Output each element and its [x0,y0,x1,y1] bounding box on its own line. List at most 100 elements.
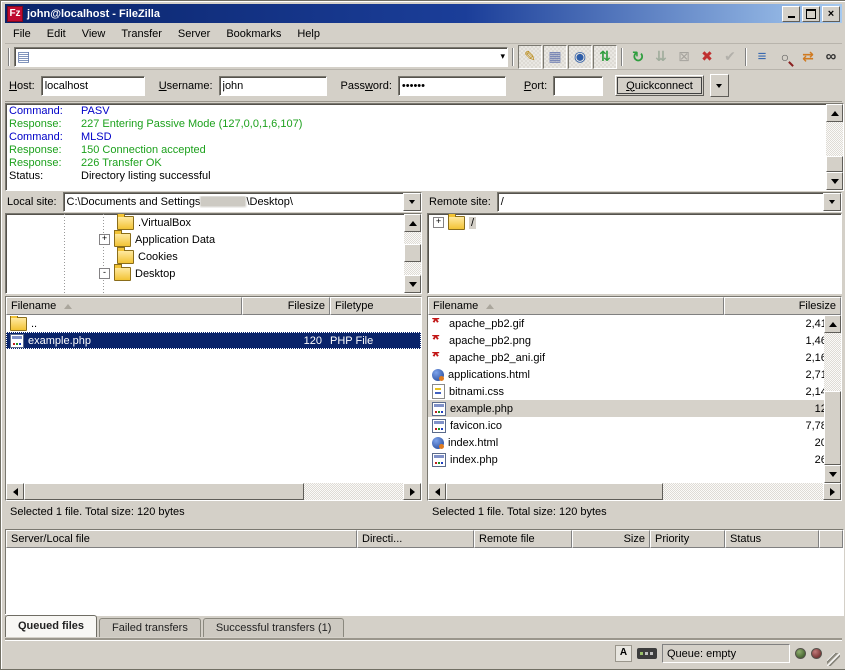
file-row[interactable]: favicon.ico 7,782 [428,417,824,434]
scroll-up-button[interactable] [404,214,421,232]
scroll-down-button[interactable] [824,465,841,483]
file-row-example-php[interactable]: example.php 120 PHP File 1 [6,332,421,349]
resize-grip[interactable] [827,653,840,666]
scroll-thumb[interactable] [826,156,843,172]
scroll-down-button[interactable] [826,172,843,190]
menu-help[interactable]: Help [289,26,328,42]
file-row[interactable]: index.php 267 [428,451,824,468]
refresh-button[interactable]: ↻ [627,46,649,68]
scroll-left-button[interactable] [428,483,446,500]
find-files-button[interactable]: ○ [774,46,796,68]
tree-expander-icon[interactable]: - [99,268,110,279]
toggle-transfer-queue-button[interactable]: ⇅ [593,45,617,69]
tree-item-desktop[interactable]: -Desktop [6,265,421,282]
toolbar-separator [745,48,747,66]
remote-hscrollbar[interactable] [428,483,841,500]
tree-expander-icon[interactable]: + [99,234,110,245]
scroll-thumb[interactable] [824,391,841,465]
tab-failed-transfers[interactable]: Failed transfers [99,618,201,637]
tree-expander-icon[interactable]: + [433,217,444,228]
menu-server[interactable]: Server [170,26,218,42]
file-row[interactable]: applications.html 2,713 [428,366,824,383]
scroll-up-button[interactable] [826,104,843,122]
remote-path: / [498,196,823,208]
file-row[interactable]: bitnami.css 2,142 [428,383,824,400]
quickconnect-dropdown[interactable] [710,74,729,97]
file-row[interactable]: apache_pb2_ani.gif 2,160 [428,349,824,366]
scroll-right-button[interactable] [823,483,841,500]
local-site-dropdown[interactable] [403,193,421,211]
folder-icon [114,233,131,247]
menu-file[interactable]: File [5,26,39,42]
local-column-filename[interactable]: Filename [6,297,242,315]
local-site-combobox[interactable]: C:\Documents and Settings\Desktop\ [63,192,422,212]
local-column-filetype[interactable]: Filetype [330,297,422,315]
remote-site-label: Remote site: [427,196,493,208]
tab-successful-transfers[interactable]: Successful transfers (1) [203,618,345,637]
scroll-thumb[interactable] [24,483,304,500]
toggle-message-log-button[interactable]: ✎ [518,45,542,69]
queue-column-remote-file[interactable]: Remote file [474,530,572,548]
log-label: Status: [9,170,81,183]
menu-bookmarks[interactable]: Bookmarks [218,26,289,42]
queue-column-status[interactable]: Status [725,530,819,548]
directory-comparison-button[interactable]: ≡ [751,46,773,68]
filter-button[interactable]: ∞ [820,46,842,68]
dropdown-arrow-icon [829,200,835,207]
local-column-filesize[interactable]: Filesize [242,297,330,315]
scroll-up-button[interactable] [824,315,841,333]
menu-transfer[interactable]: Transfer [113,26,170,42]
close-button[interactable]: × [822,6,840,22]
log-text: PASV [81,105,110,118]
toggle-remote-tree-button[interactable]: ◉ [568,45,592,69]
toggle-local-tree-button[interactable]: ▦ [543,45,567,69]
remote-site-dropdown[interactable] [823,193,841,211]
redacted-username [201,197,245,206]
minimize-button[interactable] [782,6,800,22]
file-row-parent-dir[interactable]: .. [6,315,421,332]
scroll-right-button[interactable] [403,483,421,500]
password-input[interactable] [398,76,506,96]
port-input[interactable] [553,76,603,96]
disconnect-button[interactable]: ✖ [696,46,718,68]
remote-column-filename[interactable]: Filename [428,297,724,315]
tree-item-application-data[interactable]: +Application Data [6,231,421,248]
scroll-down-button[interactable] [404,275,421,293]
remote-site-combobox[interactable]: / [497,192,842,212]
tree-item-virtualbox[interactable]: .VirtualBox [6,214,421,231]
remote-column-filesize[interactable]: Filesize [724,297,841,315]
menu-view[interactable]: View [74,26,114,42]
process-queue-button[interactable]: ⇊ [650,46,672,68]
log-scrollbar[interactable] [826,104,843,190]
menu-edit[interactable]: Edit [39,26,74,42]
tab-queued-files[interactable]: Queued files [5,615,97,637]
host-input[interactable] [41,76,145,96]
cancel-operation-button[interactable]: ⊠ [673,46,695,68]
site-manager-dropdown-icon[interactable]: ▾ [500,51,505,62]
queue-column-direction[interactable]: Directi... [357,530,474,548]
username-input[interactable] [219,76,327,96]
synchronized-browsing-button[interactable]: ⇄ [797,46,819,68]
refresh-icon: ↻ [632,48,645,66]
ico-file-icon [432,419,446,433]
maximize-button[interactable] [802,6,820,22]
app-icon: Fz [7,6,23,22]
file-row[interactable]: apache_pb2.png 1,463 [428,332,824,349]
scroll-left-button[interactable] [6,483,24,500]
file-row[interactable]: index.html 202 [428,434,824,451]
quickconnect-button[interactable]: Quickconnect [615,75,704,96]
remote-vscrollbar[interactable] [824,315,841,483]
local-hscrollbar[interactable] [6,483,421,500]
local-tree-scrollbar[interactable] [404,214,421,293]
scroll-thumb[interactable] [446,483,663,500]
scroll-thumb[interactable] [404,244,421,262]
site-manager-button[interactable]: ▤ ▾ [14,47,508,67]
file-row-example-php[interactable]: example.php 120 [428,400,824,417]
queue-column-size[interactable]: Size [572,530,650,548]
tree-item-root[interactable]: + / [428,214,841,231]
queue-column-priority[interactable]: Priority [650,530,725,548]
tree-item-cookies[interactable]: Cookies [6,248,421,265]
queue-column-server-local-file[interactable]: Server/Local file [6,530,357,548]
reconnect-button[interactable]: ✔ [719,46,741,68]
file-row[interactable]: apache_pb2.gif 2,414 [428,315,824,332]
